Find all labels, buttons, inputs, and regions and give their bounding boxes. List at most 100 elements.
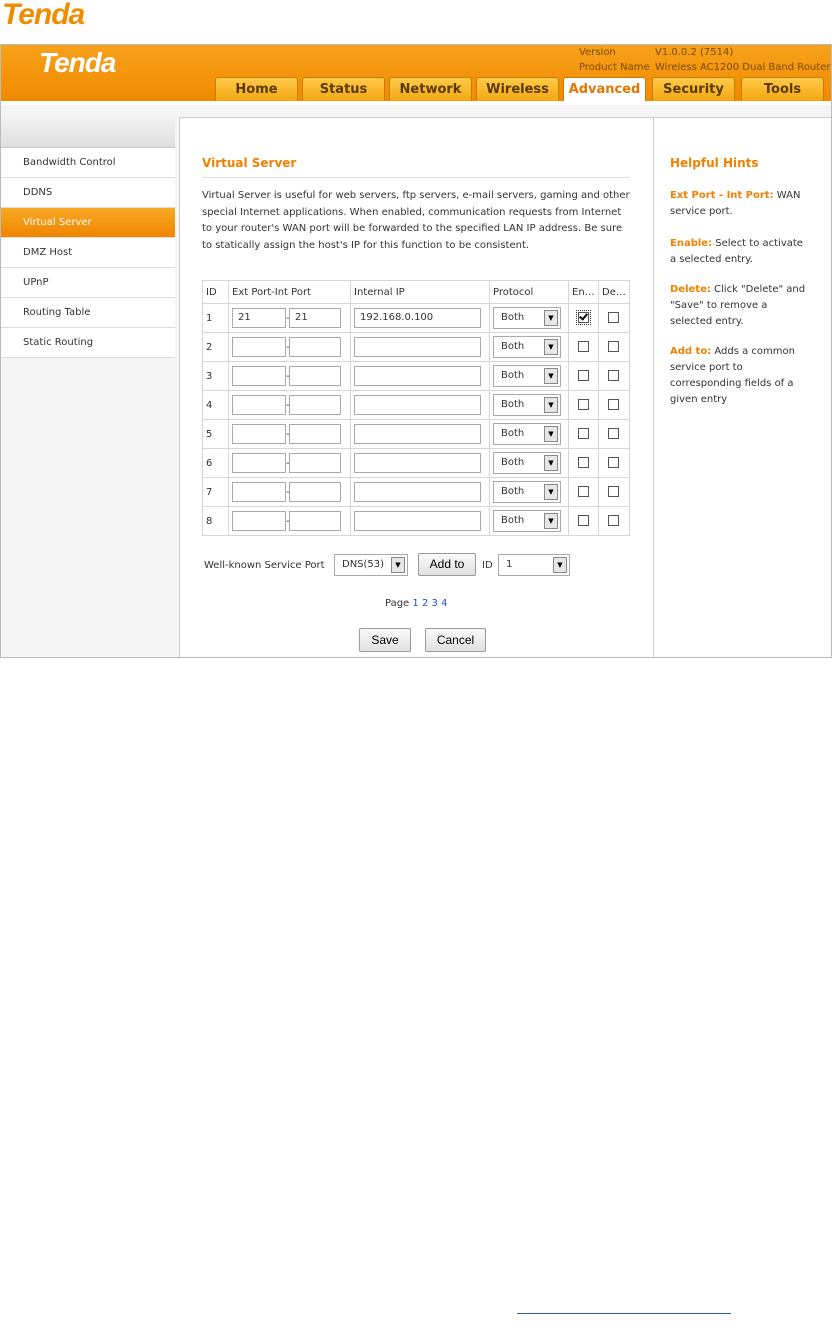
protocol-select[interactable]: Both ▼ [493,510,561,532]
internal-ip-input[interactable] [354,424,481,444]
delete-checkbox[interactable] [608,428,620,440]
page-link-3[interactable]: 3 [432,598,438,609]
id-select[interactable]: 1 ▼ [498,554,570,576]
protocol-select[interactable]: Both ▼ [493,307,561,329]
enable-checkbox[interactable] [578,399,589,411]
ext-port-input[interactable] [232,424,286,444]
sidebar-item-static-routing[interactable]: Static Routing [1,328,175,358]
main-content: Virtual Server Virtual Server is useful … [179,117,654,657]
internal-ip-input[interactable] [354,395,481,415]
enable-checkbox[interactable] [578,428,589,440]
page-title: Virtual Server [202,156,297,170]
sidebar-item-virtual-server[interactable]: Virtual Server [1,208,175,238]
protocol-cell: Both ▼ [489,361,569,391]
tab-tools[interactable]: Tools [741,77,824,101]
ext-port-input[interactable] [232,511,286,531]
internal-ip-input[interactable] [354,337,481,357]
port-cell: 21-21 [228,303,351,333]
delete-checkbox[interactable] [608,341,620,353]
chevron-down-icon: ▼ [553,557,567,573]
int-port-input[interactable] [289,366,341,386]
int-port-input[interactable] [289,511,341,531]
int-port-input[interactable] [289,424,341,444]
page-link-2[interactable]: 2 [422,598,428,609]
ext-port-input[interactable] [232,482,286,502]
hint-ports-term: Ext Port - Int Port: [670,190,774,201]
sidebar-item-bandwidth-control[interactable]: Bandwidth Control [1,148,175,178]
internal-ip-input[interactable]: 192.168.0.100 [354,308,481,328]
protocol-value: Both [501,457,525,468]
row-id: 8 [202,506,229,536]
column-header-delete: De… [598,280,630,304]
page-link-1[interactable]: 1 [412,598,418,609]
protocol-cell: Both ▼ [489,506,569,536]
delete-checkbox[interactable] [608,370,620,382]
int-port-input[interactable] [289,337,341,357]
add-to-button[interactable]: Add to [418,553,476,576]
protocol-select[interactable]: Both ▼ [493,423,561,445]
ip-cell: 192.168.0.100 [350,303,490,333]
page-link-4[interactable]: 4 [441,598,447,609]
int-port-input[interactable]: 21 [289,308,341,328]
tab-home[interactable]: Home [215,77,298,101]
enable-checkbox[interactable] [576,310,591,326]
internal-ip-input[interactable] [354,482,481,502]
internal-ip-input[interactable] [354,366,481,386]
protocol-select[interactable]: Both ▼ [493,452,561,474]
ext-port-input[interactable] [232,453,286,473]
sidebar-item-dmz-host[interactable]: DMZ Host [1,238,175,268]
row-id: 4 [202,390,229,420]
enable-checkbox[interactable] [578,515,589,527]
table-row: 5- Both ▼ [202,419,630,449]
ip-cell [350,448,490,478]
enable-checkbox[interactable] [578,486,589,498]
tab-network[interactable]: Network [389,77,472,101]
enable-checkbox[interactable] [578,457,589,469]
version-info: Version V1.0.0.2 (7514) Product Name Wirel… [579,45,830,75]
sidebar-item-upnp[interactable]: UPnP [1,268,175,298]
table-row: 2- Both ▼ [202,332,630,362]
int-port-input[interactable] [289,482,341,502]
tab-status[interactable]: Status [302,77,385,101]
hint-delete: Delete: Click "Delete" and "Save" to rem… [670,282,810,330]
ext-port-input[interactable] [232,395,286,415]
protocol-select[interactable]: Both ▼ [493,336,561,358]
delete-checkbox[interactable] [608,312,620,324]
ext-port-input[interactable] [232,366,286,386]
internal-ip-input[interactable] [354,511,481,531]
sidebar-item-routing-table[interactable]: Routing Table [1,298,175,328]
chevron-down-icon: ▼ [544,310,558,326]
hints-title: Helpful Hints [670,156,759,170]
int-port-input[interactable] [289,453,341,473]
ext-port-input[interactable]: 21 [232,308,286,328]
delete-checkbox[interactable] [608,457,620,469]
ext-port-input[interactable] [232,337,286,357]
row-id: 6 [202,448,229,478]
tab-security[interactable]: Security [652,77,735,101]
delete-checkbox[interactable] [608,486,620,498]
save-button[interactable]: Save [359,628,411,652]
protocol-value: Both [501,370,525,381]
tab-advanced[interactable]: Advanced [563,77,646,102]
internal-ip-input[interactable] [354,453,481,473]
int-port-input[interactable] [289,395,341,415]
enable-checkbox[interactable] [578,341,589,353]
protocol-select[interactable]: Both ▼ [493,365,561,387]
cancel-button[interactable]: Cancel [425,628,486,652]
row-id: 7 [202,477,229,507]
service-port-select[interactable]: DNS(53) ▼ [334,554,408,576]
enable-checkbox[interactable] [578,370,589,382]
table-row: 7- Both ▼ [202,477,630,507]
delete-cell [598,361,630,391]
delete-checkbox[interactable] [608,399,620,411]
tab-wireless[interactable]: Wireless [476,77,559,101]
table-row: 4- Both ▼ [202,390,630,420]
delete-checkbox[interactable] [608,515,620,527]
virtual-server-table: ID Ext Port-Int Port Internal IP Protoco… [202,280,630,536]
sidebar-item-ddns[interactable]: DDNS [1,178,175,208]
protocol-select[interactable]: Both ▼ [493,481,561,503]
protocol-cell: Both ▼ [489,303,569,333]
protocol-value: Both [501,312,525,323]
protocol-select[interactable]: Both ▼ [493,394,561,416]
chevron-down-icon: ▼ [391,557,405,573]
